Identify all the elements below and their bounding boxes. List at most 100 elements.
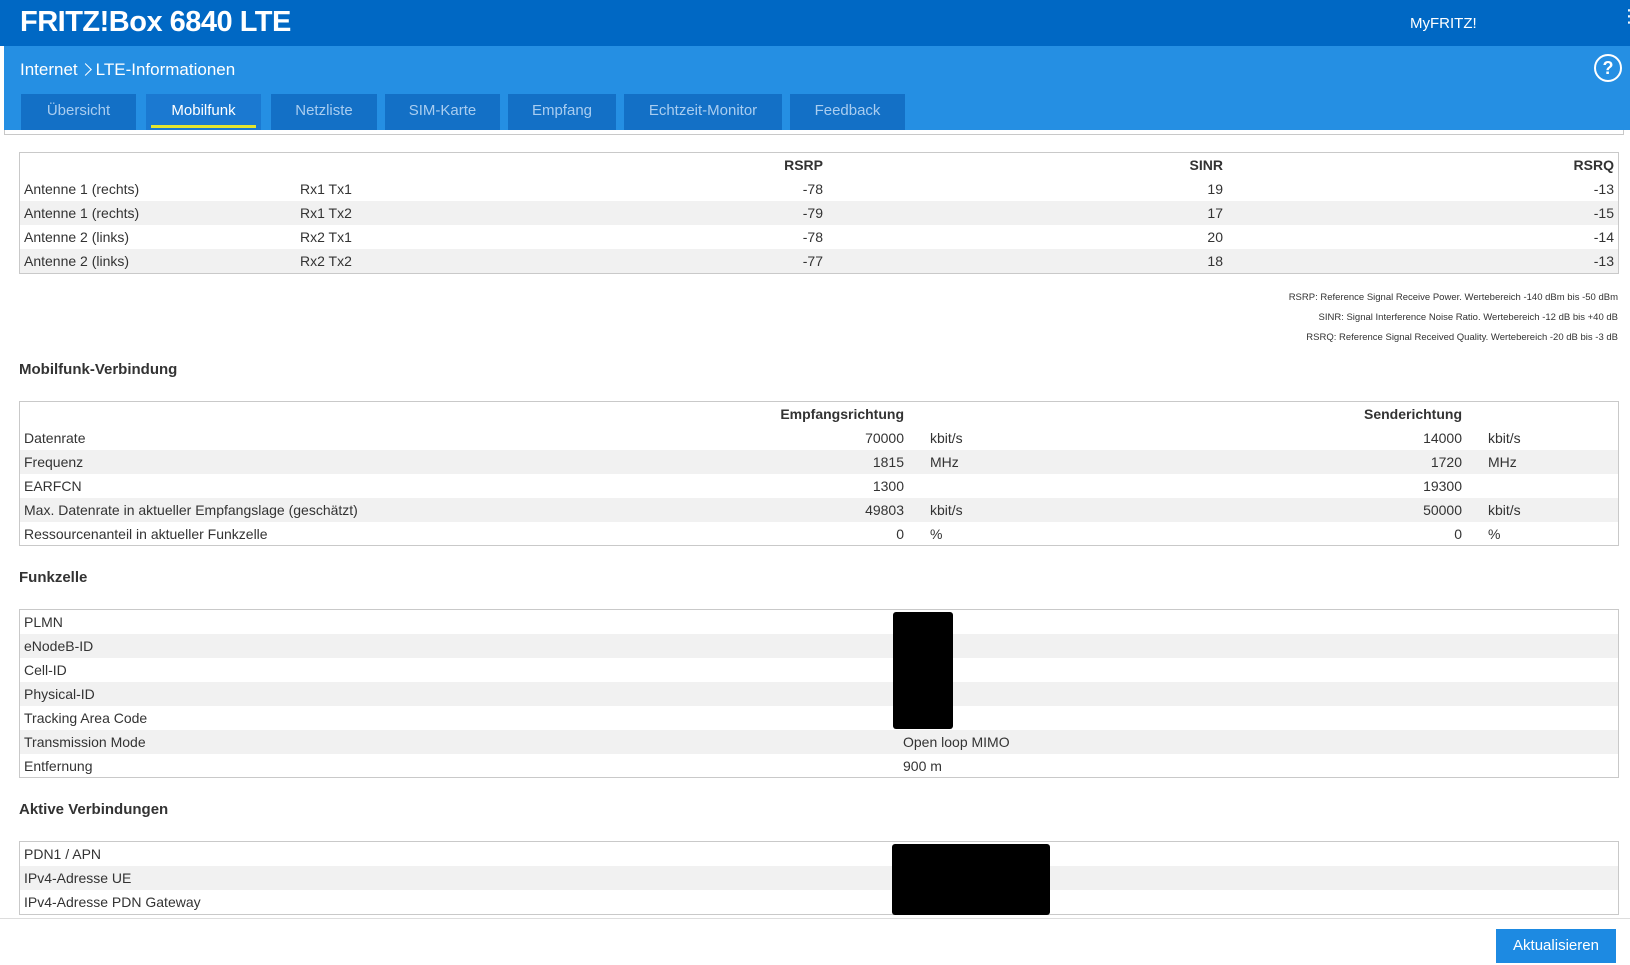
table-row: eNodeB-ID [20,634,1618,658]
myfritz-link[interactable]: MyFRITZ! [1410,15,1477,32]
table-row: Frequenz 1815 MHz 1720 MHz [20,450,1618,474]
down-value: 1815 [872,454,904,470]
antenna-path: Rx1 Tx2 [300,205,352,221]
row-label: Ressourcenanteil in aktueller Funkzelle [24,526,268,542]
tab-echtzeit-monitor[interactable]: Echtzeit-Monitor [624,94,782,130]
rsrq-value: -15 [1593,205,1614,221]
refresh-button[interactable]: Aktualisieren [1496,929,1616,963]
rsrp-value: -78 [802,229,823,245]
table-row: Transmission Mode Open loop MIMO [20,730,1618,754]
mobilfunk-table: Empfangsrichtung Senderichtung Datenrate… [19,401,1619,546]
down-value: 49803 [865,502,904,518]
header-empfangsrichtung: Empfangsrichtung [780,406,904,422]
table-row: Antenne 1 (rechts) Rx1 Tx2 -79 17 -15 [20,201,1618,225]
table-row: PDN1 / APN [20,842,1618,866]
table-row: Max. Datenrate in aktueller Empfangslage… [20,498,1618,522]
row-label: Tracking Area Code [24,710,148,726]
rsrq-value: -13 [1593,253,1614,269]
row-label: Entfernung [24,758,93,774]
up-value: 1720 [1430,454,1462,470]
up-unit: MHz [1488,454,1517,470]
header-rsrp: RSRP [784,157,823,173]
row-label: IPv4-Adresse UE [24,870,132,886]
breadcrumb-parent[interactable]: Internet [20,60,78,79]
row-label: PDN1 / APN [24,846,102,862]
sinr-value: 20 [1207,229,1223,245]
row-label: Datenrate [24,430,86,446]
tab-mobilfunk[interactable]: Mobilfunk [146,94,261,130]
row-label: Physical-ID [24,686,95,702]
antenna-path: Rx2 Tx1 [300,229,352,245]
antenna-path: Rx2 Tx2 [300,253,352,269]
aktive-table: PDN1 / APN IPv4-Adresse UE IPv4-Adresse … [19,841,1619,915]
table-row: Ressourcenanteil in aktueller Funkzelle … [20,522,1618,546]
row-label: eNodeB-ID [24,638,94,654]
row-value: Open loop MIMO [903,734,1010,750]
header-senderichtung: Senderichtung [1363,406,1462,422]
sinr-value: 17 [1207,205,1223,221]
row-label: EARFCN [24,478,82,494]
rsrp-value: -79 [802,205,823,221]
down-unit: % [930,526,943,542]
down-value: 1300 [872,478,904,494]
row-label: PLMN [24,614,63,630]
table-row: Entfernung 900 m [20,754,1618,778]
antenna-name: Antenne 1 (rechts) [24,205,140,221]
sinr-value: 18 [1207,253,1223,269]
funkzelle-table: PLMN eNodeB-ID Cell-ID Physical-ID Track… [19,609,1619,778]
section-title-mobilfunk: Mobilfunk-Verbindung [19,361,178,378]
tab-sim-karte[interactable]: SIM-Karte [385,94,500,130]
legend-rsrp: RSRP: Reference Signal Receive Power. We… [1288,292,1618,303]
down-unit: MHz [930,454,959,470]
tab-feedback[interactable]: Feedback [790,94,905,130]
row-value: 900 m [903,758,942,774]
header-rsrq: RSRQ [1573,157,1614,173]
antenna-path: Rx1 Tx1 [300,181,352,197]
up-value: 50000 [1423,502,1462,518]
table-row: PLMN [20,610,1618,634]
table-header: RSRP SINR RSRQ [20,153,1618,177]
section-title-funkzelle: Funkzelle [19,569,88,586]
section-title-aktive-verbindungen: Aktive Verbindungen [19,801,169,818]
antenna-name: Antenne 2 (links) [24,253,130,269]
more-menu-icon[interactable]: ⋮ [1620,7,1630,25]
brand-title: FRITZ!Box 6840 LTE [20,6,291,38]
redaction-block [893,612,953,729]
row-label: Cell-ID [24,662,67,678]
content-top-edge [4,130,1624,135]
table-row: Antenne 1 (rechts) Rx1 Tx1 -78 19 -13 [20,177,1618,201]
header-sinr: SINR [1189,157,1223,173]
table-row: IPv4-Adresse PDN Gateway [20,890,1618,914]
up-unit: % [1488,526,1501,542]
down-unit: kbit/s [930,430,963,446]
table-row: Antenne 2 (links) Rx2 Tx1 -78 20 -14 [20,225,1618,249]
table-row: IPv4-Adresse UE [20,866,1618,890]
antenna-table: RSRP SINR RSRQ Antenne 1 (rechts) Rx1 Tx… [19,152,1619,274]
legend-rsrq: RSRQ: Reference Signal Received Quality.… [1306,332,1618,343]
down-value: 0 [896,526,904,542]
up-value: 19300 [1423,478,1462,494]
chevron-right-icon [78,63,92,76]
redaction-block [892,844,1050,915]
up-value: 14000 [1423,430,1462,446]
row-label: Max. Datenrate in aktueller Empfangslage… [24,502,358,518]
sub-header: Internet LTE-Informationen ? Übersicht Mo… [4,46,1630,130]
help-icon[interactable]: ? [1594,54,1622,82]
row-label: Frequenz [24,454,84,470]
table-row: Datenrate 70000 kbit/s 14000 kbit/s [20,426,1618,450]
table-row: Tracking Area Code [20,706,1618,730]
rsrp-value: -78 [802,181,823,197]
table-row: EARFCN 1300 19300 [20,474,1618,498]
row-label: Transmission Mode [24,734,146,750]
table-row: Physical-ID [20,682,1618,706]
antenna-name: Antenne 2 (links) [24,229,130,245]
up-value: 0 [1454,526,1462,542]
down-value: 70000 [865,430,904,446]
table-header: Empfangsrichtung Senderichtung [20,402,1618,426]
tab-netzliste[interactable]: Netzliste [271,94,377,130]
top-bar: FRITZ!Box 6840 LTE MyFRITZ! ⋮ [0,0,1630,46]
down-unit: kbit/s [930,502,963,518]
row-label: IPv4-Adresse PDN Gateway [24,894,201,910]
tab-empfang[interactable]: Empfang [508,94,616,130]
tab-uebersicht[interactable]: Übersicht [21,94,136,130]
